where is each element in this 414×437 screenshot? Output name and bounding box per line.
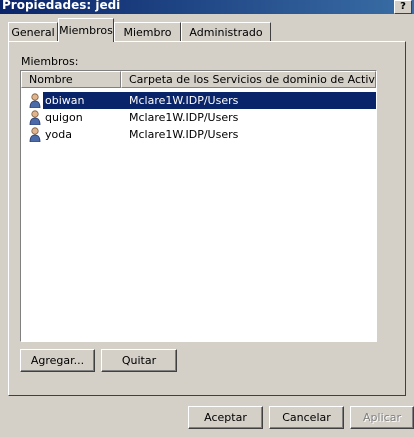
list-item-folder: Mclare1W.IDP/Users	[129, 111, 239, 124]
window-title: Propiedades: jedi	[2, 0, 121, 12]
list-item[interactable]: obiwan Mclare1W.IDP/Users	[21, 92, 376, 109]
list-item[interactable]: yoda Mclare1W.IDP/Users	[21, 126, 376, 143]
ok-button[interactable]: Aceptar	[188, 406, 263, 429]
remove-button[interactable]: Quitar	[101, 349, 177, 372]
list-item[interactable]: quigon Mclare1W.IDP/Users	[21, 109, 376, 126]
list-item-name: obiwan	[45, 94, 85, 107]
user-icon	[29, 93, 41, 108]
list-item-name: yoda	[45, 128, 72, 141]
apply-button[interactable]: Aplicar	[350, 406, 414, 429]
cancel-button[interactable]: Cancelar	[269, 406, 344, 429]
list-item-folder: Mclare1W.IDP/Users	[129, 128, 239, 141]
tab-general[interactable]: General	[8, 22, 58, 41]
members-label: Miembros:	[21, 55, 79, 68]
tab-members[interactable]: Miembros	[58, 18, 114, 42]
tab-member-of[interactable]: Miembro de	[114, 22, 181, 58]
user-icon	[29, 127, 41, 142]
list-item-name: quigon	[45, 111, 83, 124]
user-icon	[29, 110, 41, 125]
tab-managed-by[interactable]: Administrado por	[181, 22, 271, 58]
help-button[interactable]: ?	[394, 0, 412, 14]
list-item-folder: Mclare1W.IDP/Users	[129, 94, 239, 107]
title-bar[interactable]: Propiedades: jedi ?	[0, 0, 414, 14]
column-header-folder[interactable]: Carpeta de los Servicios de dominio de A…	[121, 71, 376, 88]
add-button[interactable]: Agregar...	[20, 349, 95, 372]
column-header-name[interactable]: Nombre	[21, 71, 121, 88]
members-list[interactable]: Nombre Carpeta de los Servicios de domin…	[20, 70, 377, 342]
